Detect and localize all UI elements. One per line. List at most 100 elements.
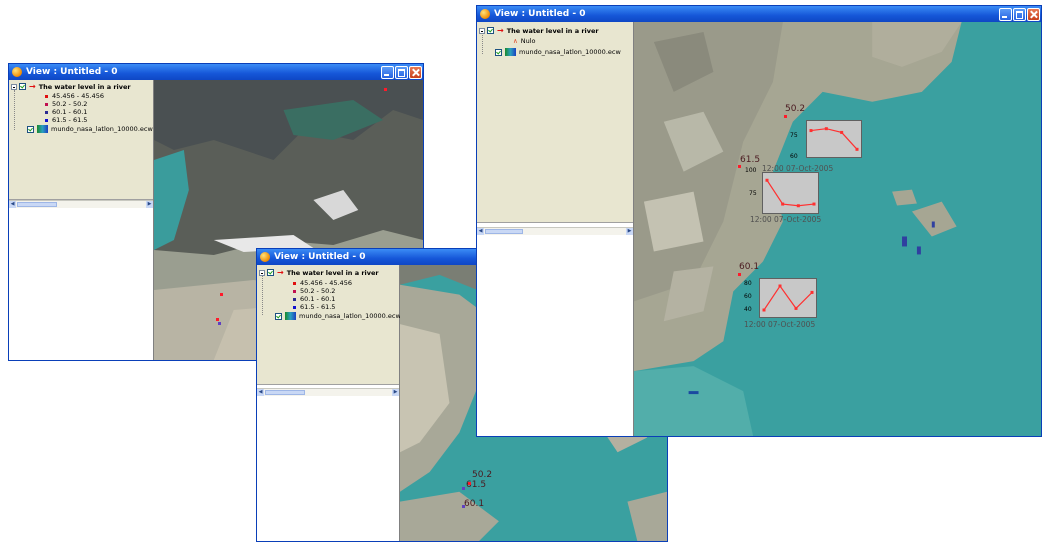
axis-tick-label: 100 xyxy=(745,167,757,174)
map-point[interactable] xyxy=(738,165,741,168)
chart-point xyxy=(765,178,769,182)
map-point[interactable] xyxy=(468,482,471,485)
legend-item: 60.1 - 60.1 xyxy=(45,108,87,116)
chart-point xyxy=(855,147,859,151)
layer-row-raster[interactable]: mundo_nasa_latlon_10000.ecw xyxy=(275,312,401,320)
legend-label: Nulo xyxy=(520,37,536,45)
expander-icon[interactable] xyxy=(479,27,485,34)
checkbox-icon[interactable] xyxy=(27,125,34,133)
point-label: 61.5 xyxy=(740,155,761,165)
expander-icon[interactable] xyxy=(11,83,17,90)
legend-symbol xyxy=(293,281,296,285)
scroll-right-icon[interactable]: ▶ xyxy=(626,228,633,235)
scroll-left-icon[interactable]: ◀ xyxy=(257,389,264,396)
checkbox-icon[interactable] xyxy=(19,83,26,90)
chart-point xyxy=(781,202,785,206)
map-point[interactable] xyxy=(384,88,387,91)
map-point[interactable] xyxy=(216,318,219,321)
chart-box[interactable] xyxy=(762,172,819,214)
map-point[interactable] xyxy=(784,115,787,118)
layer-title: The water level in a river xyxy=(38,82,131,91)
map-point[interactable] xyxy=(220,293,223,296)
layer-tree: → The water level in a river 45.456 - 45… xyxy=(9,80,153,200)
legend-symbol xyxy=(293,305,296,309)
axis-tick-label: 80 xyxy=(744,280,752,287)
chart-point xyxy=(794,306,798,310)
legend-label: 60.1 - 60.1 xyxy=(300,295,336,303)
scroll-right-icon[interactable]: ▶ xyxy=(392,389,399,396)
maximize-icon[interactable] xyxy=(395,65,408,79)
scroll-left-icon[interactable]: ◀ xyxy=(477,228,484,235)
scroll-right-icon[interactable]: ▶ xyxy=(146,201,153,208)
toc-panel: → The water level in a river 45.456 - 45… xyxy=(9,80,154,360)
map-view[interactable]: 50.2 61.5 60.1 75 60 12:00 07-Oct-2005 1… xyxy=(634,22,1041,436)
horizontal-scrollbar[interactable]: ◀ ▶ xyxy=(477,227,633,235)
layer-row-vector[interactable]: → The water level in a river xyxy=(259,268,379,277)
checkbox-icon[interactable] xyxy=(267,269,274,276)
legend-item: 61.5 - 61.5 xyxy=(45,116,87,124)
legend-item-nulo: ∧ Nulo xyxy=(513,37,536,45)
checkbox-icon[interactable] xyxy=(495,48,502,56)
raster-layer-icon xyxy=(505,48,516,56)
layer-title: mundo_nasa_latlon_10000.ecw xyxy=(51,125,153,133)
map-point[interactable] xyxy=(218,322,221,325)
legend-symbol xyxy=(293,289,296,293)
view-window-3: View : Untitled - 0 → The water level in… xyxy=(476,5,1042,437)
minimize-icon[interactable] xyxy=(999,7,1012,21)
map-point[interactable] xyxy=(462,505,465,508)
close-icon[interactable] xyxy=(1027,7,1040,21)
layer-title: mundo_nasa_latlon_10000.ecw xyxy=(299,312,401,320)
legend-item: 50.2 - 50.2 xyxy=(45,100,87,108)
chart-symbol-icon: ∧ xyxy=(513,37,518,45)
point-label: 50.2 xyxy=(785,104,806,114)
title-bar[interactable]: View : Untitled - 0 xyxy=(9,64,423,80)
toc-panel: → The water level in a river ∧ Nulo mund… xyxy=(477,22,634,436)
chart-plot xyxy=(762,284,814,312)
axis-tick-label: 75 xyxy=(749,190,757,197)
layer-row-raster[interactable]: mundo_nasa_latlon_10000.ecw xyxy=(495,48,621,56)
chart-box[interactable] xyxy=(806,120,862,158)
scroll-left-icon[interactable]: ◀ xyxy=(9,201,16,208)
map-canvas xyxy=(634,22,1041,436)
legend-symbol xyxy=(45,102,48,106)
legend-symbol xyxy=(45,118,48,122)
checkbox-icon[interactable] xyxy=(275,312,282,320)
legend-label: 50.2 - 50.2 xyxy=(300,287,336,295)
scroll-thumb[interactable] xyxy=(17,202,57,207)
maximize-icon[interactable] xyxy=(1013,7,1026,21)
chart-line xyxy=(766,179,815,207)
map-point[interactable] xyxy=(462,487,465,490)
legend-symbol xyxy=(293,297,296,301)
checkbox-icon[interactable] xyxy=(487,27,494,34)
layer-row-vector[interactable]: → The water level in a river xyxy=(11,82,131,91)
layer-title: mundo_nasa_latlon_10000.ecw xyxy=(519,48,621,56)
chart-point xyxy=(840,130,844,134)
chart-point xyxy=(824,127,828,131)
window-title: View : Untitled - 0 xyxy=(494,9,586,19)
red-arrow-layer-icon: → xyxy=(277,268,284,277)
close-icon[interactable] xyxy=(409,65,422,79)
minimize-icon[interactable] xyxy=(381,65,394,79)
chart-point xyxy=(778,284,782,288)
legend-item: 45.456 - 45.456 xyxy=(293,279,352,287)
layer-tree: → The water level in a river 45.456 - 45… xyxy=(257,265,401,385)
horizontal-scrollbar[interactable]: ◀ ▶ xyxy=(9,200,153,208)
layer-row-vector[interactable]: → The water level in a river xyxy=(479,26,599,35)
title-bar[interactable]: View : Untitled - 0 xyxy=(477,6,1041,22)
point-label: 60.1 xyxy=(739,262,760,272)
scroll-thumb[interactable] xyxy=(485,229,523,234)
point-label: 60.1 xyxy=(464,499,485,509)
window-title: View : Untitled - 0 xyxy=(274,252,366,262)
horizontal-scrollbar[interactable]: ◀ ▶ xyxy=(257,388,399,396)
point-label: 50.2 xyxy=(472,470,493,480)
map-point[interactable] xyxy=(738,273,741,276)
time-label: 12:00 07-Oct-2005 xyxy=(744,320,816,329)
legend-item: 61.5 - 61.5 xyxy=(293,303,335,311)
expander-icon[interactable] xyxy=(259,269,265,276)
legend-item: 45.456 - 45.456 xyxy=(45,92,104,100)
chart-box[interactable] xyxy=(759,278,817,318)
axis-tick-label: 60 xyxy=(744,293,752,300)
legend-item: 60.1 - 60.1 xyxy=(293,295,335,303)
scroll-thumb[interactable] xyxy=(265,390,305,395)
layer-row-raster[interactable]: mundo_nasa_latlon_10000.ecw xyxy=(27,125,153,133)
